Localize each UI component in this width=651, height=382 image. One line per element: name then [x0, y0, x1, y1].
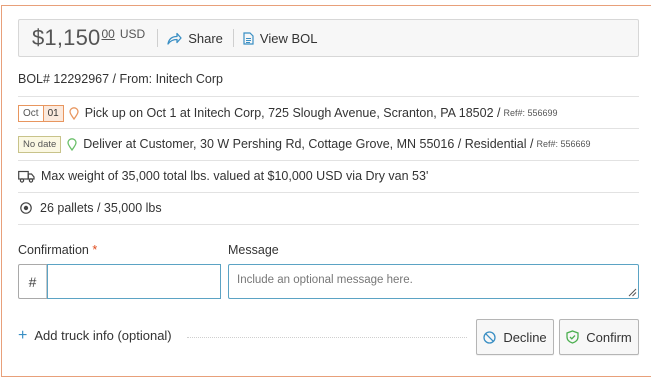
share-icon — [167, 32, 182, 45]
divider — [18, 192, 639, 193]
document-icon — [243, 31, 254, 45]
shield-check-icon — [566, 330, 579, 344]
confirmation-label: Confirmation * — [18, 243, 97, 257]
required-mark: * — [92, 243, 98, 257]
divider — [157, 29, 159, 47]
share-button[interactable]: Share — [167, 31, 223, 46]
divider — [232, 29, 234, 47]
weight-row: Max weight of 35,000 total lbs. valued a… — [18, 167, 639, 185]
shipment-card: $1,150 00 USD Share View BOL BOL# 122929… — [1, 5, 651, 377]
share-label: Share — [188, 30, 223, 46]
pickup-text: Pick up on Oct 1 at Initech Corp, 725 Sl… — [84, 106, 501, 120]
block-icon — [483, 330, 496, 344]
confirmation-field: # — [18, 264, 221, 299]
weight-text: Max weight of 35,000 total lbs. valued a… — [41, 169, 429, 183]
divider — [18, 160, 639, 161]
add-truck-label: Add truck info (optional) — [34, 328, 172, 343]
pickup-month: Oct — [23, 107, 39, 119]
plus-icon: + — [18, 326, 28, 344]
pickup-date-badge: Oct 01 — [18, 104, 64, 122]
confirm-label: Confirm — [586, 329, 632, 345]
delivery-date-badge: No date — [18, 135, 62, 153]
message-textarea[interactable] — [228, 264, 639, 299]
pallets-text: 26 pallets / 35,000 lbs — [40, 201, 162, 215]
delivery-row: No date Deliver at Customer, 30 W Pershi… — [18, 134, 639, 154]
divider — [18, 128, 639, 129]
decline-button[interactable]: Decline — [476, 319, 554, 355]
dotted-divider — [187, 337, 467, 338]
map-pin-icon — [69, 106, 79, 120]
decline-label: Decline — [503, 329, 547, 345]
add-truck-info-link[interactable]: + Add truck info (optional) — [18, 326, 172, 344]
pallets-row: 26 pallets / 35,000 lbs — [18, 199, 639, 217]
map-pin-icon — [67, 137, 77, 151]
divider — [18, 224, 639, 225]
confirm-button[interactable]: Confirm — [559, 319, 639, 355]
hash-prefix: # — [19, 265, 47, 298]
pickup-row: Oct 01 Pick up on Oct 1 at Initech Corp,… — [18, 103, 639, 123]
delivery-ref: Ref#: 556669 — [536, 139, 591, 149]
bol-text: BOL# 12292967 / From: Initech Corp — [18, 72, 223, 86]
divider — [18, 96, 639, 97]
resize-grip-icon[interactable] — [628, 288, 637, 297]
bol-line: BOL# 12292967 / From: Initech Corp — [18, 72, 639, 86]
price-amount: $1,150 — [32, 25, 101, 50]
view-bol-label: View BOL — [259, 30, 318, 46]
delivery-text: Deliver at Customer, 30 W Pershing Rd, C… — [83, 137, 534, 151]
target-icon — [20, 202, 32, 214]
price-cents: 00 — [101, 27, 115, 41]
pickup-day: 01 — [42, 105, 63, 121]
price-currency: USD — [119, 27, 146, 41]
truck-icon — [18, 170, 35, 183]
view-bol-button[interactable]: View BOL — [243, 30, 318, 46]
confirmation-label-text: Confirmation — [18, 243, 89, 257]
message-label: Message — [228, 243, 279, 257]
confirmation-input[interactable] — [47, 264, 221, 299]
pickup-ref: Ref#: 556699 — [503, 108, 558, 118]
price: $1,150 00 USD — [19, 26, 145, 50]
price-bar: $1,150 00 USD Share View BOL — [18, 19, 639, 57]
